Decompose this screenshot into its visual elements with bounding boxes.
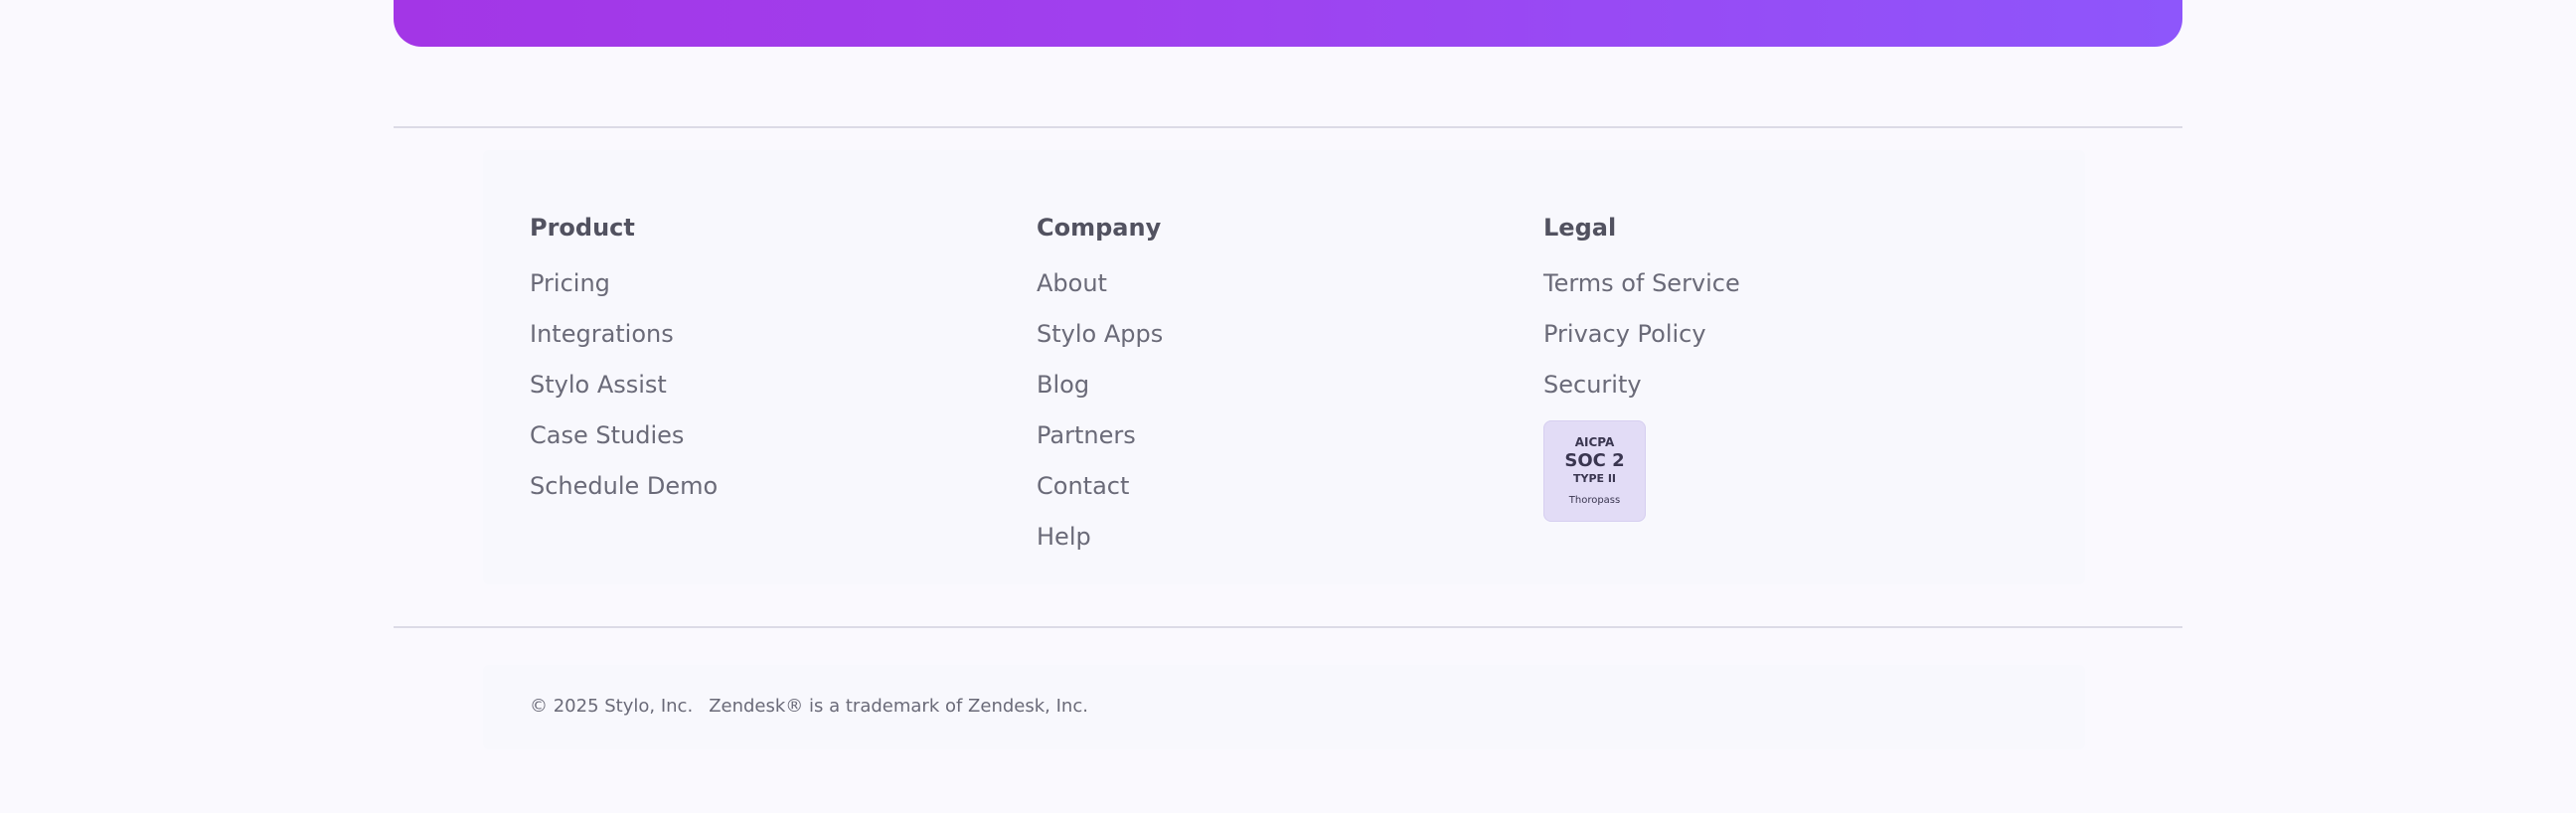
footer-bottom-divider [394,626,2182,628]
list-item: About [1037,265,1163,316]
badge-line-type: TYPE II [1572,472,1617,485]
list-item: Contact [1037,468,1163,519]
footer-link-stylo-assist[interactable]: Stylo Assist [530,367,718,403]
badge-line-soc2: SOC 2 [1564,450,1625,471]
cta-banner [394,0,2182,47]
list-item: Help [1037,519,1163,569]
copyright-line: © 2025 Stylo, Inc. Zendesk® is a trademar… [530,693,1088,721]
footer-links-panel: Product Pricing Integrations Stylo Assis… [483,150,2085,584]
list-item: Stylo Assist [530,367,718,417]
footer-link-terms-of-service[interactable]: Terms of Service [1543,265,1740,301]
footer-link-help[interactable]: Help [1037,519,1163,555]
footer-column-company: Company About Stylo Apps Blog Partners C… [1037,210,1163,569]
soc2-badge[interactable]: AICPA SOC 2 TYPE II Thoropass [1543,420,1646,522]
list-item: Stylo Apps [1037,316,1163,367]
footer-link-pricing[interactable]: Pricing [530,265,718,301]
footer-link-blog[interactable]: Blog [1037,367,1163,403]
footer-link-schedule-demo[interactable]: Schedule Demo [530,468,718,504]
footer-top-divider [394,126,2182,128]
footer-link-list-legal: Terms of Service Privacy Policy Security [1543,265,1740,417]
list-item: Privacy Policy [1543,316,1740,367]
list-item: Security [1543,367,1740,417]
footer-heading-company: Company [1037,214,1162,242]
footer-page: Product Pricing Integrations Stylo Assis… [0,0,2576,813]
list-item: Pricing [530,265,718,316]
footer-link-case-studies[interactable]: Case Studies [530,417,718,453]
footer-column-product: Product Pricing Integrations Stylo Assis… [530,210,718,519]
footer-link-integrations[interactable]: Integrations [530,316,718,352]
footer-heading-legal: Legal [1543,214,1617,242]
footer-copyright-panel: © 2025 Stylo, Inc. Zendesk® is a trademar… [483,665,2085,749]
footer-link-security[interactable]: Security [1543,367,1740,403]
list-item: Partners [1037,417,1163,468]
list-item: Terms of Service [1543,265,1740,316]
footer-link-about[interactable]: About [1037,265,1163,301]
copyright-text: © 2025 Stylo, Inc. [530,696,694,717]
list-item: Integrations [530,316,718,367]
list-item: Case Studies [530,417,718,468]
footer-heading-product: Product [530,214,635,242]
footer-link-list-product: Pricing Integrations Stylo Assist Case S… [530,265,718,519]
footer-link-privacy-policy[interactable]: Privacy Policy [1543,316,1740,352]
footer-column-legal: Legal Terms of Service Privacy Policy Se… [1543,210,1740,522]
badge-line-aicpa: AICPA [1574,435,1615,449]
badge-line-issuer: Thoropass [1568,495,1621,506]
footer-link-stylo-apps[interactable]: Stylo Apps [1037,316,1163,352]
list-item: Blog [1037,367,1163,417]
trademark-text: Zendesk® is a trademark of Zendesk, Inc. [709,696,1088,717]
footer-link-contact[interactable]: Contact [1037,468,1163,504]
list-item: Schedule Demo [530,468,718,519]
footer-link-list-company: About Stylo Apps Blog Partners Contact H… [1037,265,1163,569]
footer-link-partners[interactable]: Partners [1037,417,1163,453]
